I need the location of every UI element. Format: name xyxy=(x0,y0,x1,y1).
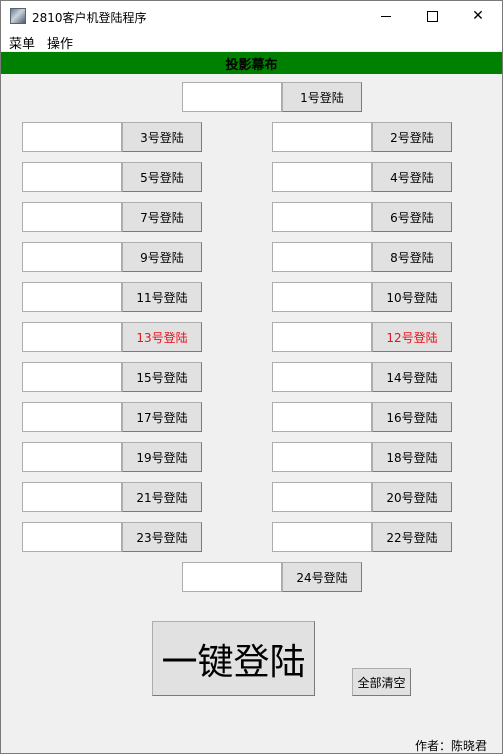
title-bar: 2810客户机登陆程序 ✕ xyxy=(1,1,502,31)
one-key-login-button[interactable]: 一键登陆 xyxy=(152,621,315,696)
client-left-9-login-button[interactable]: 21号登陆 xyxy=(122,482,202,512)
close-icon: ✕ xyxy=(472,8,484,24)
client-right-9-input[interactable] xyxy=(272,482,372,512)
projection-screen-banner: 投影幕布 xyxy=(1,52,502,74)
client-left-10-login-button[interactable]: 23号登陆 xyxy=(122,522,202,552)
client-left-0-input[interactable] xyxy=(22,122,122,152)
client-left-2-login-button[interactable]: 7号登陆 xyxy=(122,202,202,232)
client-right-6-login-button[interactable]: 14号登陆 xyxy=(372,362,452,392)
menu-bar: 菜单 操作 xyxy=(1,31,502,52)
client-left-0-login-button[interactable]: 3号登陆 xyxy=(122,122,202,152)
client-right-5-login-button[interactable]: 12号登陆 xyxy=(372,322,452,352)
client-left-4-login-button[interactable]: 11号登陆 xyxy=(122,282,202,312)
client-left-8-input[interactable] xyxy=(22,442,122,472)
client-right-7-login-button[interactable]: 16号登陆 xyxy=(372,402,452,432)
client-left-8-login-button[interactable]: 19号登陆 xyxy=(122,442,202,472)
client-left-6-input[interactable] xyxy=(22,362,122,392)
minimize-icon xyxy=(381,15,391,17)
client-right-3-input[interactable] xyxy=(272,242,372,272)
client-left-7-input[interactable] xyxy=(22,402,122,432)
client-left-3-login-button[interactable]: 9号登陆 xyxy=(122,242,202,272)
menu-item-operation[interactable]: 操作 xyxy=(47,33,73,52)
menu-item-menu[interactable]: 菜单 xyxy=(9,33,35,52)
client-left-5-login-button[interactable]: 13号登陆 xyxy=(122,322,202,352)
client-left-2-input[interactable] xyxy=(22,202,122,232)
app-icon xyxy=(10,8,26,24)
client-left-3-input[interactable] xyxy=(22,242,122,272)
client-bottom-24-input[interactable] xyxy=(182,562,282,592)
client-right-10-input[interactable] xyxy=(272,522,372,552)
client-right-8-input[interactable] xyxy=(272,442,372,472)
client-left-7-login-button[interactable]: 17号登陆 xyxy=(122,402,202,432)
client-left-5-input[interactable] xyxy=(22,322,122,352)
client-right-7-input[interactable] xyxy=(272,402,372,432)
minimize-button[interactable] xyxy=(363,1,409,31)
client-right-0-login-button[interactable]: 2号登陆 xyxy=(372,122,452,152)
client-left-1-login-button[interactable]: 5号登陆 xyxy=(122,162,202,192)
maximize-button[interactable] xyxy=(409,1,455,31)
client-bottom-24-login-button[interactable]: 24号登陆 xyxy=(282,562,362,592)
banner-label: 投影幕布 xyxy=(225,57,278,73)
client-left-10-input[interactable] xyxy=(22,522,122,552)
client-right-5-input[interactable] xyxy=(272,322,372,352)
client-right-2-login-button[interactable]: 6号登陆 xyxy=(372,202,452,232)
client-right-6-input[interactable] xyxy=(272,362,372,392)
window-title: 2810客户机登陆程序 xyxy=(32,11,147,25)
client-left-6-login-button[interactable]: 15号登陆 xyxy=(122,362,202,392)
client-right-0-input[interactable] xyxy=(272,122,372,152)
client-right-1-login-button[interactable]: 4号登陆 xyxy=(372,162,452,192)
clear-all-button[interactable]: 全部清空 xyxy=(352,668,411,696)
close-button[interactable]: ✕ xyxy=(455,1,501,31)
client-right-3-login-button[interactable]: 8号登陆 xyxy=(372,242,452,272)
client-top-1-login-button[interactable]: 1号登陆 xyxy=(282,82,362,112)
client-right-2-input[interactable] xyxy=(272,202,372,232)
maximize-icon xyxy=(426,10,438,22)
author-label: 作者：陈晓君 xyxy=(415,739,488,753)
client-right-10-login-button[interactable]: 22号登陆 xyxy=(372,522,452,552)
client-right-9-login-button[interactable]: 20号登陆 xyxy=(372,482,452,512)
client-left-1-input[interactable] xyxy=(22,162,122,192)
client-right-4-login-button[interactable]: 10号登陆 xyxy=(372,282,452,312)
client-left-4-input[interactable] xyxy=(22,282,122,312)
client-left-9-input[interactable] xyxy=(22,482,122,512)
app-window: 2810客户机登陆程序 ✕ 菜单 操作 投影幕布 1号登陆 3号登陆 5号登陆 7号登… xyxy=(0,0,503,754)
client-top-1-input[interactable] xyxy=(182,82,282,112)
client-right-4-input[interactable] xyxy=(272,282,372,312)
client-right-8-login-button[interactable]: 18号登陆 xyxy=(372,442,452,472)
client-right-1-input[interactable] xyxy=(272,162,372,192)
